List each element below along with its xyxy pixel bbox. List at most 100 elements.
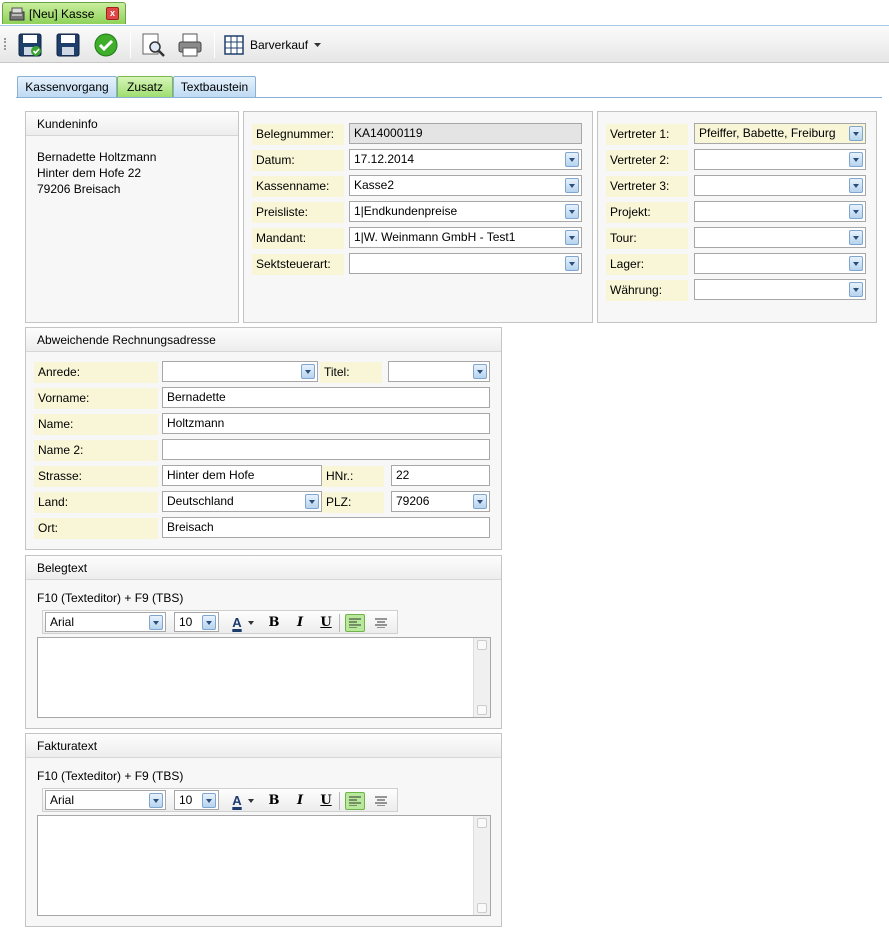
projekt-select[interactable] (694, 201, 866, 222)
dropdown-icon[interactable] (565, 256, 579, 271)
align-left-button[interactable] (345, 792, 365, 810)
chevron-down-icon[interactable] (248, 621, 254, 625)
underline-button[interactable]: U (316, 792, 336, 810)
confirm-button[interactable] (92, 31, 120, 59)
dropdown-icon[interactable] (849, 204, 863, 219)
save-button[interactable] (54, 31, 82, 59)
vertreter3-label: Vertreter 3: (606, 176, 688, 197)
kundeninfo-panel: Kundeninfo Bernadette Holtzmann Hinter d… (25, 111, 239, 323)
name-input[interactable]: Holtzmann (162, 413, 490, 434)
titel-label: Titel: (320, 362, 382, 383)
sektsteuerart-select[interactable] (349, 253, 582, 274)
align-center-icon (375, 796, 387, 806)
waehrung-select[interactable] (694, 279, 866, 300)
dropdown-icon[interactable] (565, 152, 579, 167)
belegtext-textarea[interactable] (37, 637, 491, 718)
preisliste-select[interactable]: 1|Endkundenpreise (349, 201, 582, 222)
underline-button[interactable]: U (316, 614, 336, 632)
tab-textbaustein[interactable]: Textbaustein (173, 76, 256, 98)
dropdown-icon[interactable] (149, 615, 163, 630)
sektsteuerart-label: Sektsteuerart: (252, 254, 344, 275)
land-select[interactable]: Deutschland (162, 491, 322, 512)
belegtext-header: Belegtext (26, 556, 501, 580)
preview-button[interactable] (139, 31, 167, 59)
bold-button[interactable]: B (264, 614, 284, 632)
belegtext-hint: F10 (Texteditor) + F9 (TBS) (37, 591, 184, 605)
dropdown-icon[interactable] (849, 256, 863, 271)
hnr-input[interactable]: 22 (391, 465, 490, 486)
kassenname-select[interactable]: Kasse2 (349, 175, 582, 196)
anrede-select[interactable] (162, 361, 318, 382)
checkmark-icon (94, 33, 118, 57)
dropdown-icon[interactable] (202, 615, 216, 630)
dropdown-icon[interactable] (849, 126, 863, 141)
ort-input[interactable]: Breisach (162, 517, 490, 538)
vorname-input[interactable]: Bernadette (162, 387, 490, 408)
fakturatext-panel: Fakturatext F10 (Texteditor) + F9 (TBS) … (25, 733, 502, 927)
cash-register-icon (9, 7, 25, 20)
toolbar-grip[interactable] (4, 38, 7, 50)
scrollbar[interactable] (473, 816, 490, 915)
font-size-select[interactable]: 10 (174, 612, 219, 632)
tab-kassenvorgang[interactable]: Kassenvorgang (17, 76, 117, 98)
dropdown-icon[interactable] (849, 152, 863, 167)
save-and-close-button[interactable] (16, 31, 44, 59)
align-center-icon (375, 618, 387, 628)
strasse-input[interactable]: Hinter dem Hofe (162, 465, 322, 486)
close-icon[interactable]: x (106, 7, 119, 20)
vertreter2-select[interactable] (694, 149, 866, 170)
dropdown-icon[interactable] (305, 494, 319, 509)
name2-label: Name 2: (34, 440, 158, 461)
fakturatext-textarea[interactable] (37, 815, 491, 916)
font-family-select[interactable]: Arial (45, 790, 166, 810)
tour-select[interactable] (694, 227, 866, 248)
dropdown-icon[interactable] (565, 178, 579, 193)
scrollbar[interactable] (473, 638, 490, 717)
font-size-value: 10 (179, 793, 193, 807)
dropdown-icon[interactable] (301, 364, 315, 379)
dropdown-icon[interactable] (849, 230, 863, 245)
dropdown-icon[interactable] (849, 282, 863, 297)
vertreter2-label: Vertreter 2: (606, 150, 688, 171)
dropdown-icon[interactable] (202, 793, 216, 808)
font-family-select[interactable]: Arial (45, 612, 166, 632)
font-size-value: 10 (179, 615, 193, 629)
align-left-icon (349, 796, 361, 806)
font-size-select[interactable]: 10 (174, 790, 219, 810)
dropdown-icon[interactable] (565, 230, 579, 245)
bold-button[interactable]: B (264, 792, 284, 810)
dropdown-icon[interactable] (849, 178, 863, 193)
print-button[interactable] (176, 31, 204, 59)
datum-field[interactable]: 17.12.2014 (349, 149, 582, 170)
lager-select[interactable] (694, 253, 866, 274)
dropdown-icon[interactable] (473, 364, 487, 379)
align-center-button[interactable] (371, 792, 391, 810)
name2-input[interactable] (162, 439, 490, 460)
italic-button[interactable]: I (290, 614, 310, 632)
align-left-icon (349, 618, 361, 628)
dropdown-icon[interactable] (473, 494, 487, 509)
mandant-select[interactable]: 1|W. Weinmann GmbH - Test1 (349, 227, 582, 248)
chevron-down-icon[interactable] (248, 799, 254, 803)
hnr-label: HNr.: (322, 466, 384, 487)
font-color-button[interactable]: A (227, 792, 247, 810)
tab-zusatz[interactable]: Zusatz (117, 76, 173, 98)
italic-button[interactable]: I (290, 792, 310, 810)
dropdown-icon[interactable] (149, 793, 163, 808)
plz-select[interactable]: 79206 (391, 491, 490, 512)
align-center-button[interactable] (371, 614, 391, 632)
window-tab[interactable]: [Neu] Kasse x (2, 2, 126, 24)
font-family-value: Arial (50, 615, 75, 629)
font-color-button[interactable]: A (227, 614, 247, 632)
land-label: Land: (34, 492, 158, 513)
fakturatext-editor-toolbar: Arial 10 A B I U (42, 788, 398, 812)
titel-select[interactable] (388, 361, 490, 382)
vertreter3-select[interactable] (694, 175, 866, 196)
dropdown-icon[interactable] (565, 204, 579, 219)
barverkauf-label: Barverkauf (250, 38, 309, 52)
vertreter1-select[interactable]: Pfeiffer, Babette, Freiburg (694, 123, 866, 144)
belegnummer-label: Belegnummer: (252, 124, 344, 145)
align-left-button[interactable] (345, 614, 365, 632)
belegtext-editor-toolbar: Arial 10 A B I U (42, 610, 398, 634)
barverkauf-dropdown[interactable]: Barverkauf (224, 31, 322, 59)
